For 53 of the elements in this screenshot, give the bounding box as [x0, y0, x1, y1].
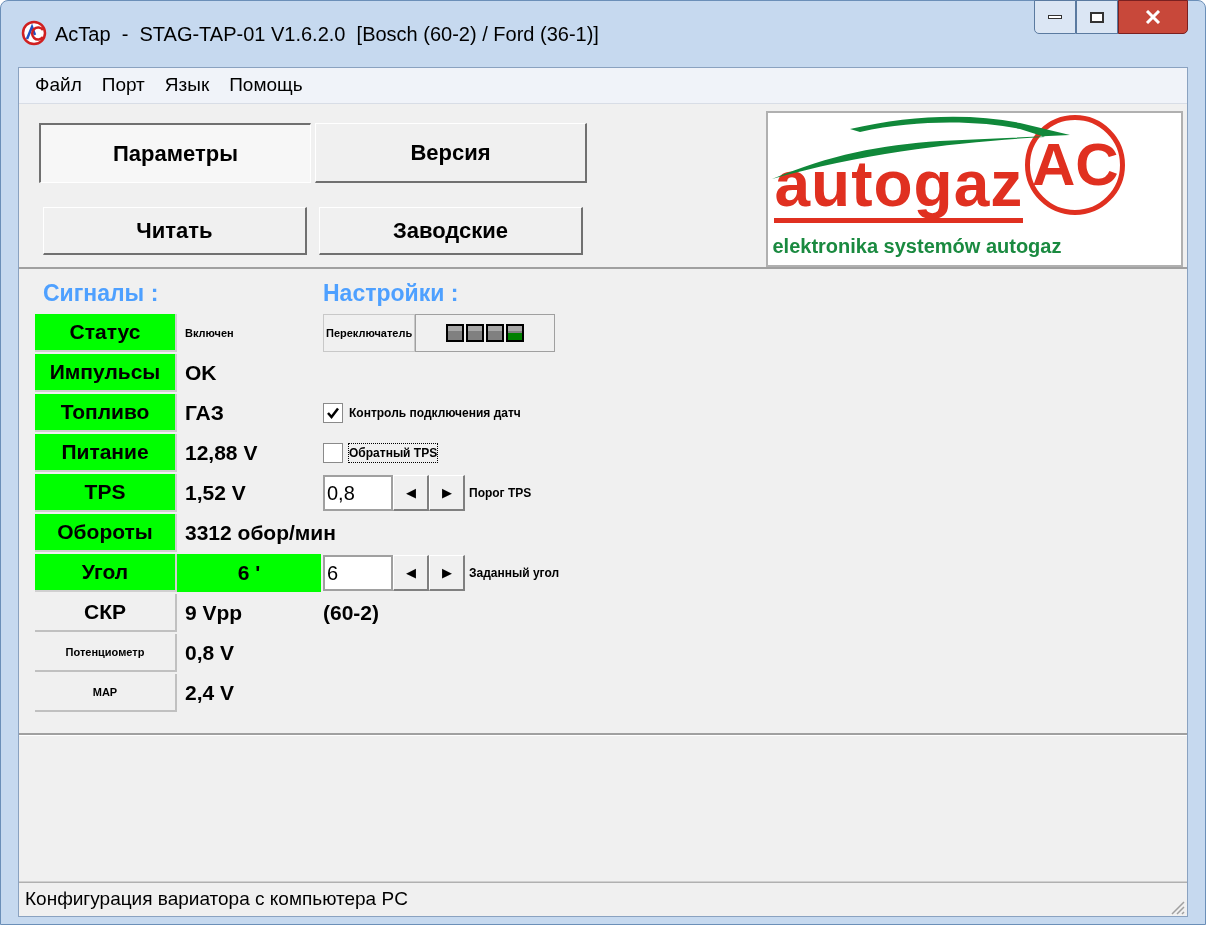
- signals-heading: Сигналы :: [42, 278, 160, 308]
- spinner-label: Порог TPS: [469, 485, 532, 502]
- signal-label: TPS: [35, 474, 177, 512]
- signal-value: OK: [184, 360, 218, 387]
- tab-button[interactable]: Заводские: [319, 207, 583, 255]
- status-text: Конфигурация вариатора с компьютера PC: [25, 887, 408, 912]
- sensor-type: (60-2): [323, 600, 380, 627]
- menu-item[interactable]: Порт: [93, 71, 153, 100]
- menu-item[interactable]: Файл: [27, 71, 90, 100]
- logo-tagline: elektronika systemów autogaz: [771, 234, 1063, 259]
- signal-value: 3312 обор/мин: [184, 520, 336, 547]
- number-field[interactable]: 0,8: [323, 475, 393, 511]
- tab-button[interactable]: Параметры: [39, 123, 311, 183]
- logo-brand: autogaz: [774, 152, 1024, 223]
- increase-button[interactable]: ▶: [429, 475, 465, 511]
- spinner-label: Заданный угол: [469, 565, 560, 582]
- checkbox-label: Контроль подключения датч: [349, 405, 521, 422]
- increase-button[interactable]: ▶: [429, 555, 465, 591]
- signal-label: Импульсы: [35, 354, 177, 392]
- menu-item[interactable]: Помощь: [221, 71, 311, 100]
- decrease-button[interactable]: ◀: [393, 475, 429, 511]
- signal-value: 1,52 V: [184, 480, 247, 507]
- checkbox[interactable]: [323, 403, 343, 423]
- signal-value: ГАЗ: [184, 400, 225, 427]
- signal-label: СКР: [35, 594, 177, 632]
- app-icon: [21, 20, 47, 46]
- signal-value: 9 Vpp: [184, 600, 244, 627]
- maximize-button[interactable]: [1076, 0, 1118, 34]
- number-field[interactable]: 6: [323, 555, 393, 591]
- signal-label: MAP: [35, 674, 177, 712]
- signal-value: 2,4 V: [184, 680, 236, 707]
- close-icon: [1145, 10, 1161, 24]
- tab-button[interactable]: Читать: [43, 207, 307, 255]
- signal-label: Потенциометр: [35, 634, 177, 672]
- signal-label: Статус: [35, 314, 177, 352]
- signal-label: Угол: [35, 554, 177, 592]
- signal-label: Питание: [35, 434, 177, 472]
- signal-value: 0,8 V: [184, 640, 236, 667]
- signal-label: Топливо: [35, 394, 177, 432]
- decrease-button[interactable]: ◀: [393, 555, 429, 591]
- signal-label: Обороты: [35, 514, 177, 552]
- settings-heading: Настройки :: [323, 278, 459, 308]
- tab-button[interactable]: Версия: [315, 123, 587, 183]
- signal-value: Включен: [184, 325, 235, 341]
- checkbox[interactable]: [323, 443, 343, 463]
- signal-value: 12,88 V: [184, 440, 259, 467]
- close-button[interactable]: [1118, 0, 1188, 34]
- switch-label: Переключатель: [323, 314, 416, 352]
- window-title: AcTap - STAG-TAP-01 V1.6.2.0 [Bosch (60-2) / Ford (36-1)]: [55, 22, 599, 47]
- signal-value: 6 ': [177, 554, 321, 592]
- checkbox-label: Обратный TPS: [349, 444, 438, 462]
- menu-item[interactable]: Язык: [156, 71, 218, 100]
- minimize-button[interactable]: [1034, 0, 1076, 34]
